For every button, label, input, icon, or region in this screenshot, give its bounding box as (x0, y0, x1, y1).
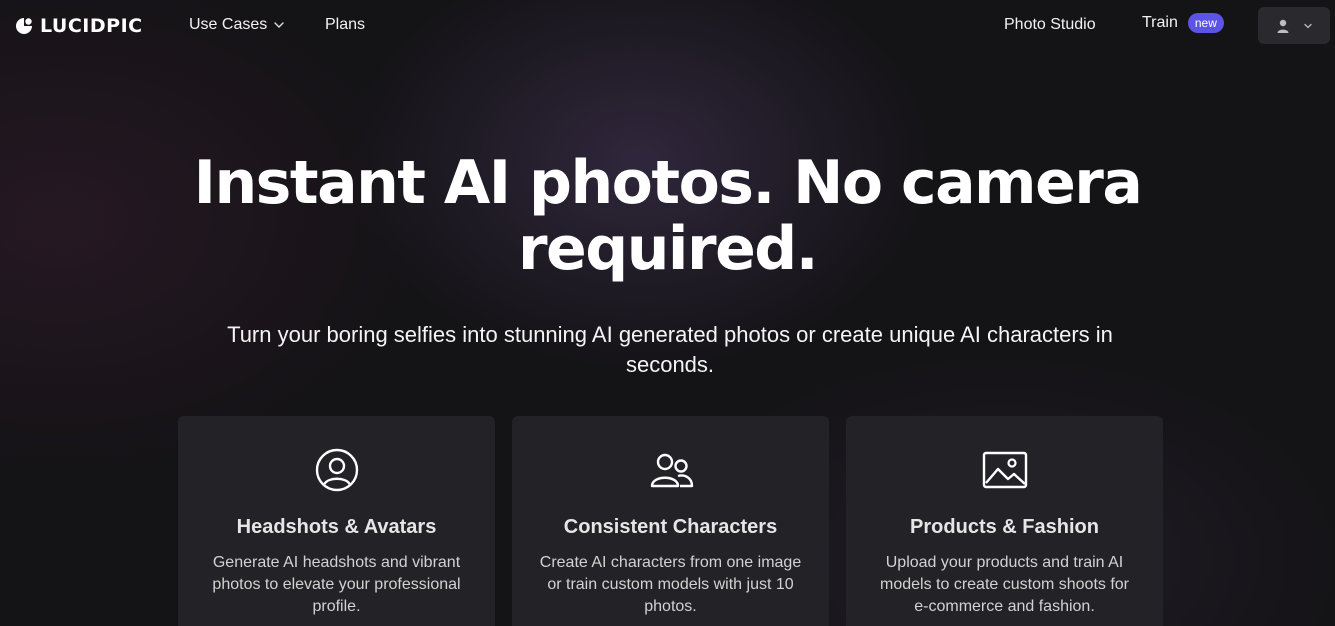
nav-use-cases[interactable]: Use Cases (189, 16, 285, 34)
users-icon (650, 453, 694, 488)
user-circle-icon (315, 448, 359, 492)
nav-plans-label: Plans (325, 16, 366, 33)
chevron-down-icon (274, 22, 284, 28)
user-icon (1277, 19, 1289, 33)
chevron-down-icon (1304, 23, 1312, 28)
card-title: Products & Fashion (910, 516, 1099, 538)
card-characters[interactable]: Consistent Characters Create AI characte… (512, 416, 829, 626)
card-headshots[interactable]: Headshots & Avatars Generate AI headshot… (178, 416, 495, 626)
hero-title-line-2: required. (517, 214, 819, 284)
new-badge: new (1187, 13, 1224, 33)
card-description: Generate AI headshots and vibrant photos… (212, 554, 461, 615)
nav-train-label: Train (1142, 14, 1178, 31)
nav-train[interactable]: Train new (1142, 13, 1224, 33)
nav-use-cases-label: Use Cases (189, 16, 268, 33)
top-nav: LUCIDPIC Use Cases Plans Photo Studio Tr… (0, 0, 1335, 52)
card-products[interactable]: Products & Fashion Upload your products … (846, 416, 1163, 626)
nav-plans[interactable]: Plans (325, 16, 365, 34)
lucidpic-logo-icon (16, 18, 32, 34)
nav-photo-studio-label: Photo Studio (1004, 16, 1096, 33)
page: LUCIDPIC Use Cases Plans Photo Studio Tr… (0, 0, 1335, 626)
logo-text: LUCIDPIC (40, 15, 143, 37)
user-menu-button[interactable] (1258, 7, 1330, 44)
nav-photo-studio[interactable]: Photo Studio (1004, 16, 1096, 34)
card-title: Consistent Characters (563, 516, 778, 538)
hero-title: Instant AI photos. No camera required. (0, 150, 1335, 282)
card-description: Create AI characters from one image or t… (539, 554, 802, 615)
hero-title-line-1: Instant AI photos. No camera (193, 148, 1143, 218)
card-title: Headshots & Avatars (236, 516, 437, 538)
logo-link[interactable]: LUCIDPIC (14, 14, 143, 38)
image-icon (982, 451, 1028, 489)
hero-subtitle: Turn your boring selfies into stunning A… (227, 322, 1113, 377)
card-description: Upload your products and train AI models… (880, 554, 1129, 615)
